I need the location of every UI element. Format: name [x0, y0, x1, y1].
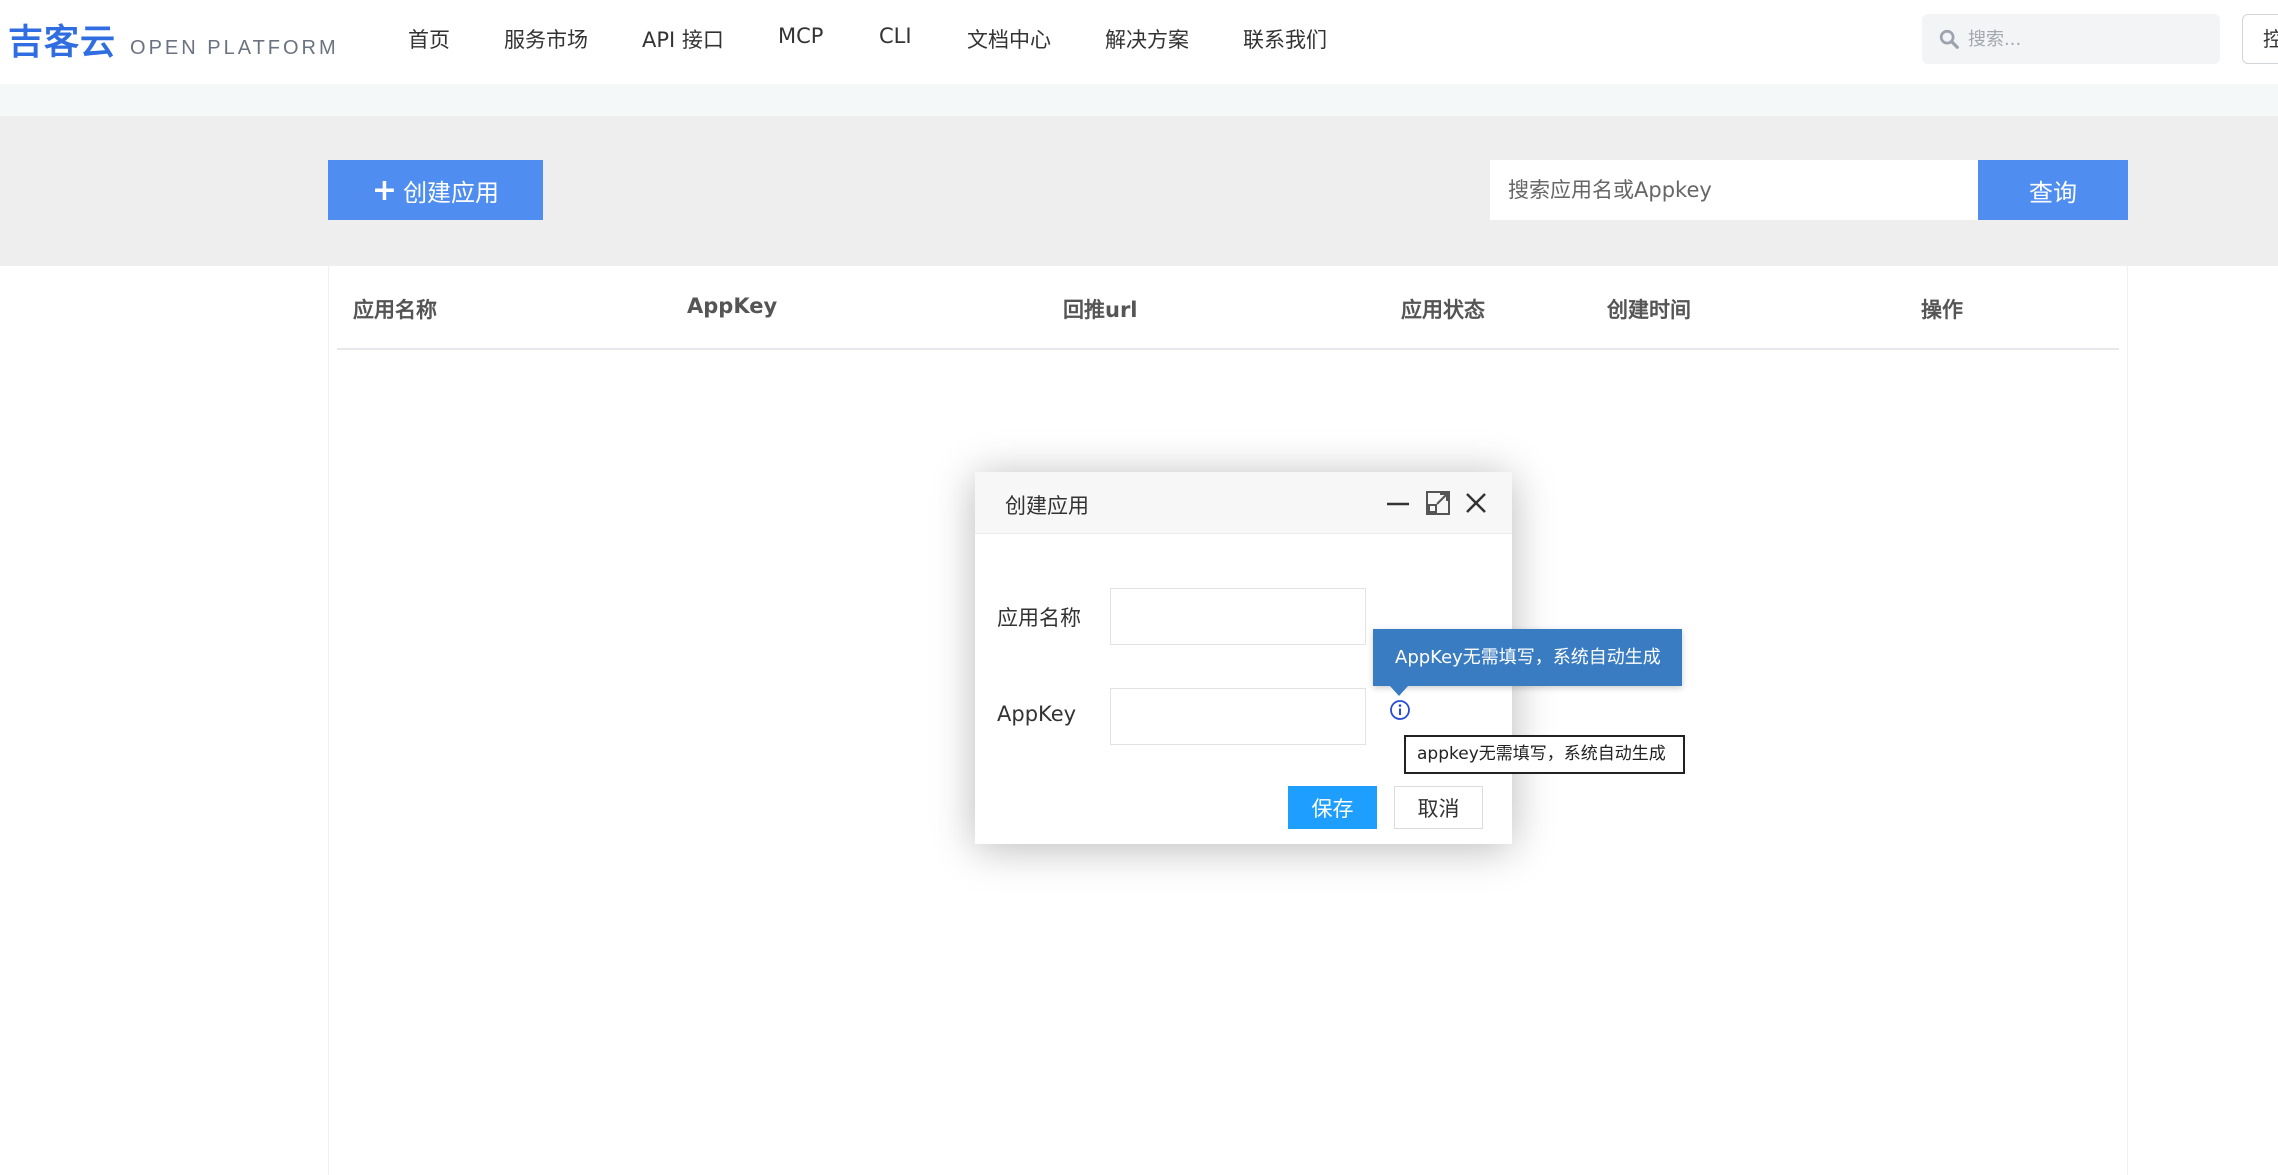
nav-item-cli[interactable]: CLI — [879, 24, 912, 48]
header-search-input[interactable] — [1968, 28, 2198, 50]
minimize-icon[interactable] — [1385, 490, 1411, 516]
column-header-actions: 操作 — [1921, 298, 1963, 322]
nav-item-api[interactable]: API 接口 — [642, 24, 724, 54]
table-header-divider — [337, 348, 2119, 350]
nav-item-market[interactable]: 服务市场 — [504, 24, 588, 54]
console-button[interactable]: 控制台 — [2242, 14, 2278, 64]
appkey-hint-popover: AppKey无需填写，系统自动生成 — [1373, 629, 1682, 686]
nav-item-mcp[interactable]: MCP — [778, 24, 823, 48]
logo[interactable]: 吉客云 OPEN PLATFORM — [8, 14, 339, 65]
nav-item-docs[interactable]: 文档中心 — [967, 24, 1051, 54]
plus-icon: + — [371, 172, 398, 208]
info-icon[interactable] — [1389, 699, 1411, 721]
dialog-header[interactable]: 创建应用 — [975, 472, 1512, 534]
close-icon[interactable] — [1463, 490, 1489, 516]
save-button[interactable]: 保存 — [1288, 786, 1377, 829]
search-icon — [1939, 29, 1959, 49]
column-header-callback-url: 回推url — [1063, 298, 1138, 322]
dialog-title: 创建应用 — [1005, 494, 1089, 518]
app-name-label: 应用名称 — [997, 606, 1081, 630]
cancel-button[interactable]: 取消 — [1394, 786, 1483, 829]
query-button[interactable]: 查询 — [1978, 160, 2128, 220]
nav-item-home[interactable]: 首页 — [408, 24, 450, 54]
nav-item-contact[interactable]: 联系我们 — [1243, 24, 1327, 54]
column-header-app-status: 应用状态 — [1401, 298, 1485, 322]
column-header-created-time: 创建时间 — [1607, 298, 1691, 322]
column-header-app-name: 应用名称 — [353, 298, 437, 322]
appkey-native-tooltip: appkey无需填写，系统自动生成 — [1404, 735, 1685, 774]
header-search[interactable] — [1922, 14, 2220, 64]
appkey-input[interactable] — [1110, 688, 1366, 745]
app-name-input[interactable] — [1110, 588, 1366, 645]
popover-arrow — [1390, 686, 1408, 696]
column-header-appkey: AppKey — [687, 294, 778, 318]
app-search-input[interactable] — [1490, 160, 1978, 220]
create-app-button[interactable]: + 创建应用 — [328, 160, 543, 220]
create-app-label: 创建应用 — [403, 178, 500, 207]
header-divider-strip — [0, 84, 2278, 116]
top-header: 吉客云 OPEN PLATFORM 首页 服务市场 API 接口 MCP CLI… — [0, 0, 2278, 84]
maximize-icon[interactable] — [1425, 490, 1451, 516]
logo-text-cn: 吉客云 — [8, 23, 117, 63]
nav-item-solutions[interactable]: 解决方案 — [1105, 24, 1189, 54]
app-toolbar: + 创建应用 查询 — [0, 116, 2278, 266]
logo-text-en: OPEN PLATFORM — [130, 37, 339, 59]
appkey-label: AppKey — [997, 702, 1077, 726]
